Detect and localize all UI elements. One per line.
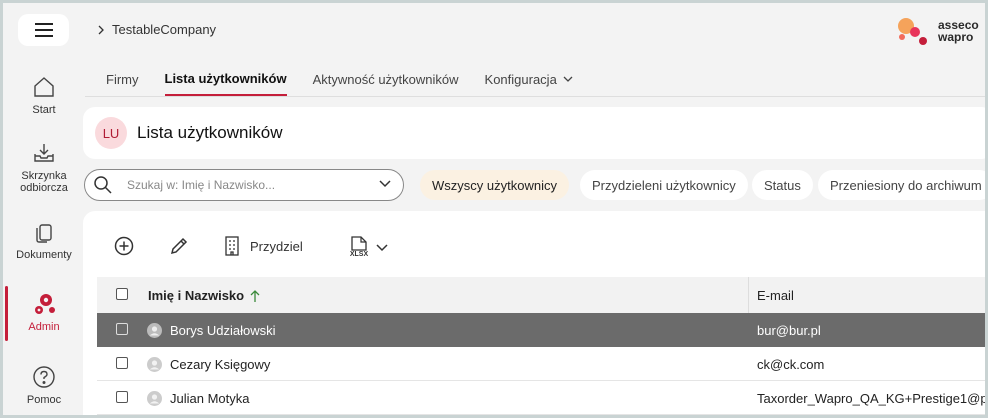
logo-dots-icon	[898, 18, 927, 45]
documents-icon	[32, 216, 56, 244]
tab-label: Aktywność użytkowników	[312, 72, 459, 87]
user-email: Taxorder_Wapro_QA_KG+Prestige1@pro	[757, 391, 985, 406]
sidebar-item-inbox[interactable]: Skrzynka odbiorcza	[3, 137, 85, 194]
asseco-wapro-logo: asseco wapro	[896, 16, 979, 46]
chip-label: Wszyscy użytkownicy	[432, 177, 557, 193]
assign-button[interactable]: Przydziel	[224, 236, 303, 256]
chevron-down-icon	[563, 76, 573, 82]
add-user-button[interactable]	[114, 236, 134, 256]
column-label: E-mail	[757, 288, 794, 303]
select-all-checkbox[interactable]	[116, 288, 128, 300]
column-header-name[interactable]: Imię i Nazwisko	[148, 288, 260, 303]
sidebar-item-label: Skrzynka odbiorcza	[20, 170, 68, 194]
inbox-icon	[32, 137, 56, 165]
tab-bar: Firmy Lista użytkowników Aktywność użytk…	[106, 71, 599, 96]
home-icon	[32, 71, 56, 99]
column-header-email[interactable]: E-mail	[757, 288, 794, 303]
pencil-icon	[170, 237, 188, 255]
hamburger-icon	[34, 23, 53, 37]
user-email: ck@ck.com	[757, 357, 825, 372]
page-header-card: LU Lista użytkowników	[83, 107, 985, 159]
chevron-right-icon	[98, 25, 104, 34]
search-box[interactable]	[84, 169, 404, 201]
assign-label: Przydziel	[250, 238, 303, 254]
breadcrumb[interactable]: TestableCompany	[97, 22, 216, 37]
tab-aktywnosc-uzytkownikow[interactable]: Aktywność użytkowników	[313, 71, 459, 96]
row-checkbox[interactable]	[116, 391, 128, 403]
chevron-down-icon[interactable]	[379, 180, 391, 188]
chip-label: Przydzieleni użytkownicy	[592, 177, 736, 193]
tabs-divider	[85, 96, 985, 97]
building-icon	[225, 236, 239, 256]
user-name: Cezary Księgowy	[170, 357, 271, 372]
sidebar-item-label: Dokumenty	[16, 249, 72, 261]
table-row[interactable]: Cezary Księgowy ck@ck.com	[97, 347, 985, 381]
column-label: Imię i Nazwisko	[148, 288, 245, 303]
tab-label: Firmy	[106, 72, 139, 87]
tab-label: Lista użytkowników	[164, 71, 287, 86]
plus-circle-icon	[114, 236, 134, 256]
row-checkbox[interactable]	[116, 323, 128, 335]
column-divider[interactable]	[748, 277, 749, 313]
user-avatar-icon	[147, 323, 162, 341]
sidebar-item-documents[interactable]: Dokumenty	[3, 216, 85, 261]
sidebar-item-label: Start	[32, 104, 56, 116]
breadcrumb-company: TestableCompany	[112, 22, 217, 37]
page-badge: LU	[95, 117, 127, 149]
admin-gear-icon	[31, 288, 57, 316]
help-icon	[32, 361, 56, 389]
sort-ascending-icon	[250, 289, 260, 302]
chip-label: Przeniesiony do archiwum	[830, 177, 982, 193]
user-email: bur@bur.pl	[757, 323, 821, 338]
tab-lista-uzytkownikow[interactable]: Lista użytkowników	[164, 71, 287, 96]
tab-firmy[interactable]: Firmy	[106, 71, 139, 96]
export-xlsx-button[interactable]: XLSX	[348, 236, 388, 260]
chevron-down-icon	[376, 244, 388, 252]
hamburger-menu-button[interactable]	[18, 14, 69, 46]
user-name: Julian Motyka	[170, 391, 250, 406]
table-row[interactable]: Julian Motyka Taxorder_Wapro_QA_KG+Prest…	[97, 381, 985, 415]
search-input[interactable]	[127, 178, 367, 192]
filter-chip-status[interactable]: Status	[752, 170, 813, 200]
sidebar-item-help[interactable]: Pomoc	[3, 361, 85, 406]
sidebar-item-admin[interactable]: Admin	[3, 288, 85, 333]
logo-text-line2: wapro	[938, 30, 974, 44]
user-avatar-icon	[147, 391, 162, 409]
app-window: Start Skrzynka odbiorcza Dokumenty Admin…	[3, 3, 985, 415]
sidebar-item-label: Pomoc	[26, 394, 62, 406]
tab-label: Konfiguracja	[484, 72, 557, 87]
page-title: Lista użytkowników	[137, 123, 283, 142]
filter-chip-assigned-users[interactable]: Przydzieleni użytkownicy	[580, 170, 748, 200]
filter-chip-archived[interactable]: Przeniesiony do archiwum	[818, 170, 985, 200]
tab-konfiguracja[interactable]: Konfiguracja	[485, 71, 573, 96]
search-icon	[93, 175, 113, 195]
filter-chip-all-users[interactable]: Wszyscy użytkownicy	[420, 170, 569, 200]
chip-label: Status	[764, 177, 801, 193]
sidebar-item-label: Admin	[28, 321, 60, 333]
table-row[interactable]: Borys Udziałowski bur@bur.pl	[97, 313, 985, 347]
table-header: Imię i Nazwisko E-mail	[97, 277, 985, 313]
user-name: Borys Udziałowski	[170, 323, 276, 338]
edit-user-button[interactable]	[169, 236, 189, 256]
sidebar-item-start[interactable]: Start	[3, 71, 85, 116]
xlsx-label: XLSX	[349, 251, 369, 258]
sidebar: Start Skrzynka odbiorcza Dokumenty Admin…	[3, 3, 85, 415]
user-avatar-icon	[147, 357, 162, 375]
row-checkbox[interactable]	[116, 357, 128, 369]
